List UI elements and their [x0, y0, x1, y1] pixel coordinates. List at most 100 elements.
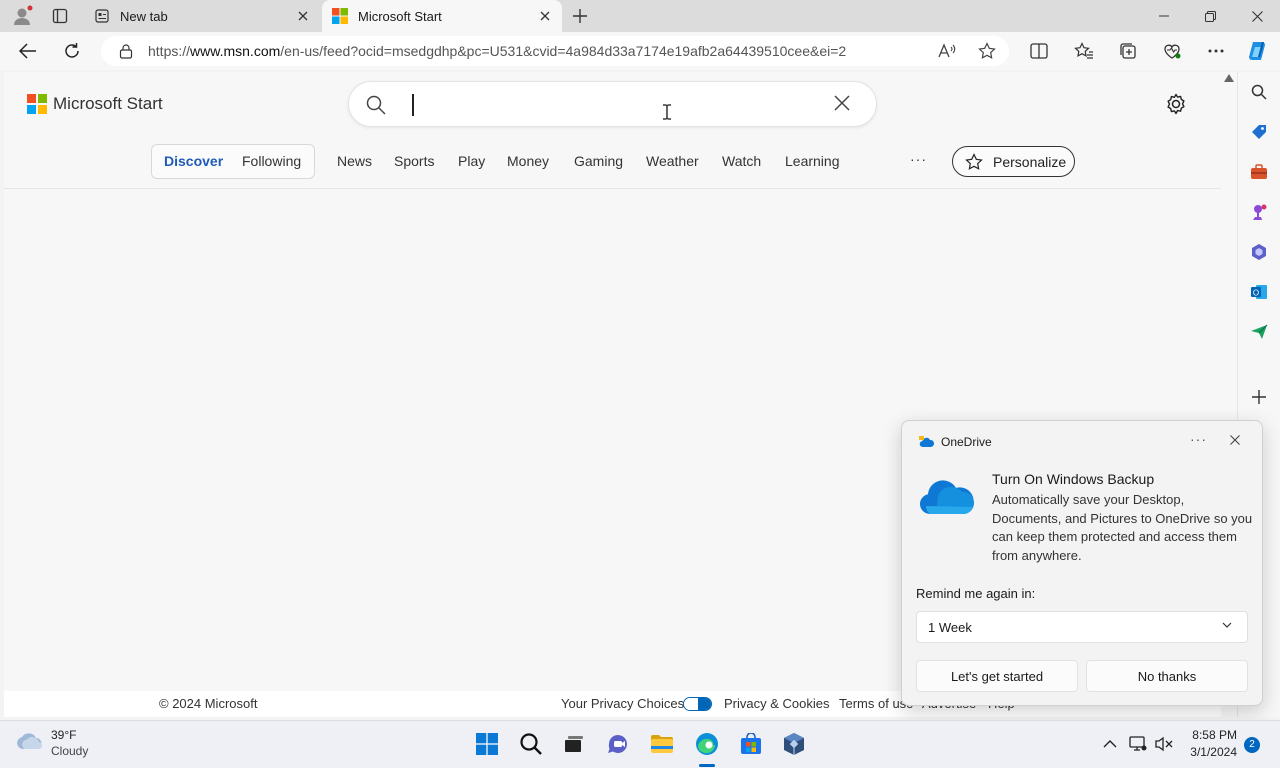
browser-toolbar: https://www.msn.com/en-us/feed?ocid=msed…	[0, 32, 1280, 70]
nav-link-news[interactable]: News	[337, 153, 372, 169]
text-caret	[412, 94, 414, 116]
cloudy-weather-icon	[16, 732, 42, 758]
copilot-icon[interactable]	[1244, 37, 1272, 65]
lets-get-started-button[interactable]: Let's get started	[916, 660, 1078, 692]
url-text: https://www.msn.com/en-us/feed?ocid=msed…	[148, 43, 847, 59]
nav-link-play[interactable]: Play	[458, 153, 485, 169]
active-app-indicator	[699, 764, 715, 767]
clear-search-icon[interactable]	[834, 95, 850, 111]
browser-tab-bar: New tab Microsoft Start	[0, 0, 1280, 32]
edge-browser-icon[interactable]	[694, 731, 720, 757]
file-explorer-icon[interactable]	[649, 731, 675, 757]
sidebar-outlook-icon[interactable]: O	[1249, 282, 1269, 302]
personalize-button[interactable]: Personalize	[952, 146, 1075, 177]
personalize-star-icon	[965, 152, 983, 171]
chevron-down-icon	[1222, 622, 1232, 628]
new-tab-button[interactable]	[568, 4, 592, 28]
notification-more-button[interactable]: ···	[1190, 431, 1207, 447]
more-categories-button[interactable]: ···	[910, 151, 927, 167]
nav-link-gaming[interactable]: Gaming	[574, 153, 623, 169]
close-tab-icon[interactable]	[536, 7, 554, 25]
notification-title: Turn On Windows Backup	[992, 471, 1155, 487]
nav-link-sports[interactable]: Sports	[394, 153, 434, 169]
notification-count-badge[interactable]: 2	[1244, 737, 1260, 753]
favorite-star-icon[interactable]	[977, 41, 997, 61]
tab-microsoft-start[interactable]: Microsoft Start	[322, 0, 562, 32]
tab-following[interactable]: Following	[242, 153, 301, 169]
onedrive-small-icon	[919, 436, 935, 448]
lock-icon[interactable]	[118, 43, 134, 59]
svg-text:O: O	[1253, 289, 1259, 298]
privacy-cookies-link[interactable]: Privacy & Cookies	[724, 696, 829, 711]
address-bar[interactable]: https://www.msn.com/en-us/feed?ocid=msed…	[101, 36, 1009, 66]
volume-muted-icon[interactable]	[1155, 735, 1173, 753]
restore-button[interactable]	[1187, 0, 1233, 32]
scroll-up-arrow-icon[interactable]	[1224, 74, 1234, 82]
weather-widget[interactable]: 39°F Cloudy	[16, 728, 88, 758]
collections-icon[interactable]	[1114, 37, 1142, 65]
browser-essentials-icon[interactable]	[1158, 37, 1186, 65]
feed-toggle: Discover Following	[151, 144, 315, 179]
minimize-button[interactable]	[1141, 0, 1187, 32]
notification-body: Automatically save your Desktop, Documen…	[992, 492, 1253, 563]
read-aloud-icon[interactable]	[937, 41, 957, 61]
start-button[interactable]	[474, 731, 500, 757]
microsoft-store-icon[interactable]	[738, 731, 764, 757]
new-tab-favicon-icon	[94, 8, 110, 24]
microsoft-logo-icon	[27, 94, 47, 114]
profile-icon[interactable]	[10, 4, 34, 28]
notification-app-name: OneDrive	[941, 435, 992, 449]
search-icon	[366, 95, 386, 115]
nav-link-learning[interactable]: Learning	[785, 153, 840, 169]
privacy-choices-link[interactable]: Your Privacy Choices	[561, 696, 684, 711]
close-tab-icon[interactable]	[294, 7, 312, 25]
settings-gear-icon[interactable]	[1165, 93, 1187, 115]
weather-temperature: 39°F	[51, 728, 77, 742]
network-display-icon[interactable]	[1129, 735, 1147, 753]
teams-chat-icon[interactable]	[605, 731, 631, 757]
privacy-choices-icon	[683, 697, 712, 711]
personalize-label: Personalize	[993, 153, 1067, 170]
back-button[interactable]	[14, 37, 42, 65]
search-input[interactable]	[348, 81, 877, 127]
show-hidden-icons-chevron-icon[interactable]	[1101, 735, 1119, 753]
refresh-button[interactable]	[58, 37, 86, 65]
nav-link-money[interactable]: Money	[507, 153, 549, 169]
header-divider	[4, 188, 1221, 189]
remind-interval-select[interactable]: 1 Week	[916, 611, 1248, 643]
favorites-icon[interactable]	[1070, 37, 1098, 65]
tab-discover[interactable]: Discover	[164, 153, 223, 169]
nav-link-weather[interactable]: Weather	[646, 153, 699, 169]
virtualbox-icon[interactable]	[781, 731, 807, 757]
brand-name: Microsoft Start	[53, 94, 163, 113]
tab-title: Microsoft Start	[358, 8, 442, 24]
task-view-icon[interactable]	[561, 731, 587, 757]
onedrive-notification: OneDrive ··· Turn On Windows Backup Auto…	[901, 420, 1263, 706]
onedrive-cloud-icon	[916, 476, 976, 518]
taskbar-search-icon[interactable]	[518, 731, 544, 757]
microsoft-start-logo[interactable]: Microsoft Start	[27, 94, 163, 114]
close-window-button[interactable]	[1234, 0, 1280, 32]
sidebar-games-icon[interactable]	[1249, 202, 1269, 222]
sidebar-drop-icon[interactable]	[1249, 322, 1269, 342]
nav-link-watch[interactable]: Watch	[722, 153, 761, 169]
sidebar-tools-icon[interactable]	[1249, 162, 1269, 182]
sidebar-add-icon[interactable]	[1249, 387, 1269, 407]
settings-and-more-icon[interactable]	[1202, 37, 1230, 65]
remind-interval-value: 1 Week	[928, 620, 972, 635]
sidebar-search-icon[interactable]	[1249, 82, 1269, 102]
clock-time: 8:58 PM	[1192, 728, 1237, 742]
no-thanks-button[interactable]: No thanks	[1086, 660, 1248, 692]
microsoft-logo-icon	[332, 8, 348, 24]
clock-date: 3/1/2024	[1190, 745, 1237, 759]
system-clock[interactable]: 8:58 PM 3/1/2024	[1183, 728, 1237, 759]
tab-actions-icon[interactable]	[48, 4, 72, 28]
windows-taskbar: 39°F Cloudy 8:58 PM 3/1/2024 2	[0, 720, 1280, 768]
notification-close-icon[interactable]	[1230, 435, 1240, 445]
sidebar-shopping-icon[interactable]	[1249, 122, 1269, 142]
split-screen-icon[interactable]	[1025, 37, 1053, 65]
tab-title: New tab	[120, 8, 168, 24]
tab-new-tab[interactable]: New tab	[84, 0, 320, 32]
sidebar-microsoft365-icon[interactable]	[1249, 242, 1269, 262]
weather-condition: Cloudy	[51, 744, 89, 758]
